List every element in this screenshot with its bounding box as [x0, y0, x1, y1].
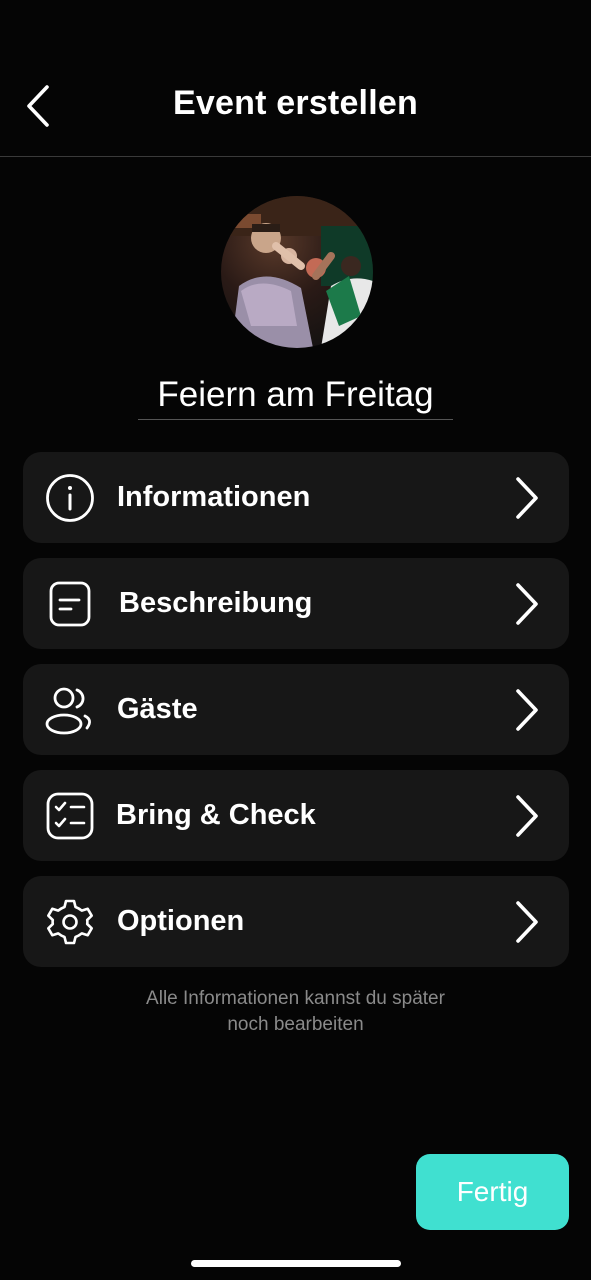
hint-line-2: noch bearbeiten	[227, 1014, 364, 1035]
page-title: Event erstellen	[173, 84, 418, 122]
event-avatar[interactable]	[221, 196, 373, 348]
menu-item-label: Informationen	[117, 481, 311, 513]
event-name-input[interactable]: Feiern am Freitag	[138, 370, 453, 420]
chevron-right-icon	[516, 583, 538, 625]
menu-item-label: Optionen	[117, 905, 245, 937]
gear-icon	[43, 895, 97, 949]
guests-icon	[43, 683, 97, 737]
description-icon	[43, 577, 97, 631]
done-button[interactable]: Fertig	[416, 1154, 569, 1230]
header: Event erstellen	[0, 0, 591, 157]
menu-item-informationen[interactable]: Informationen	[23, 452, 569, 543]
chevron-right-icon	[516, 795, 538, 837]
chevron-right-icon	[516, 901, 538, 943]
chevron-right-icon	[516, 477, 538, 519]
menu-item-gaeste[interactable]: Gäste	[23, 664, 569, 755]
hint-line-1: Alle Informationen kannst du später	[146, 988, 445, 1009]
menu-item-label: Beschreibung	[119, 587, 313, 619]
menu-item-label: Gäste	[117, 693, 198, 725]
menu-item-beschreibung[interactable]: Beschreibung	[23, 558, 569, 649]
edit-later-hint: Alle Informationen kannst du später noch…	[0, 986, 591, 1038]
menu-item-bring-check[interactable]: Bring & Check	[23, 770, 569, 861]
home-indicator[interactable]	[191, 1260, 401, 1267]
info-icon	[43, 471, 97, 525]
menu-item-optionen[interactable]: Optionen	[23, 876, 569, 967]
chevron-right-icon	[516, 689, 538, 731]
menu-item-label: Bring & Check	[116, 799, 316, 831]
checklist-icon	[43, 789, 97, 843]
event-photo	[221, 196, 373, 348]
